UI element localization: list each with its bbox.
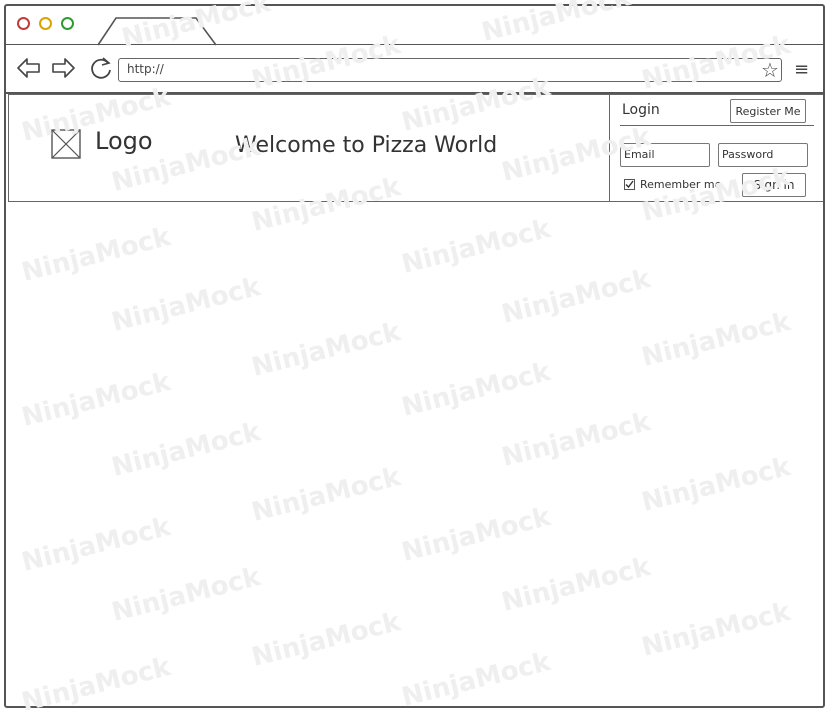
login-title: Login [622, 102, 660, 118]
email-field[interactable]: Email [620, 143, 710, 167]
minimize-window-button[interactable] [39, 17, 52, 30]
login-panel: Login Register Me Email Password Remembe… [609, 95, 823, 201]
page-title: Welcome to Pizza World [235, 133, 498, 158]
maximize-window-button[interactable] [61, 17, 74, 30]
hamburger-menu-icon[interactable]: ≡ [794, 60, 809, 80]
reload-icon[interactable] [88, 55, 114, 81]
star-icon[interactable]: ☆ [761, 60, 779, 80]
login-divider [620, 125, 814, 126]
title-bar [6, 6, 823, 46]
address-bar[interactable]: http:// [118, 58, 782, 82]
page-header: Logo Welcome to Pizza World Login Regist… [8, 94, 823, 202]
navigation-bar: http:// ☆ ≡ [6, 44, 823, 94]
back-arrow-icon[interactable] [16, 55, 42, 81]
close-window-button[interactable] [17, 17, 30, 30]
checkbox-checked-icon[interactable] [624, 179, 635, 190]
logo-placeholder-icon [51, 129, 81, 159]
forward-arrow-icon[interactable] [50, 55, 76, 81]
remember-me-label: Remember me [640, 178, 722, 191]
register-button[interactable]: Register Me [730, 99, 806, 123]
browser-tab[interactable] [96, 16, 220, 46]
password-field[interactable]: Password [718, 143, 808, 167]
sign-in-button[interactable]: Sign in [742, 173, 806, 197]
logo-label: Logo [95, 127, 153, 155]
url-text: http:// [127, 62, 164, 76]
browser-window: http:// ☆ ≡ Logo Welcome to Pizza World … [4, 4, 825, 708]
remember-me[interactable]: Remember me [624, 178, 721, 191]
